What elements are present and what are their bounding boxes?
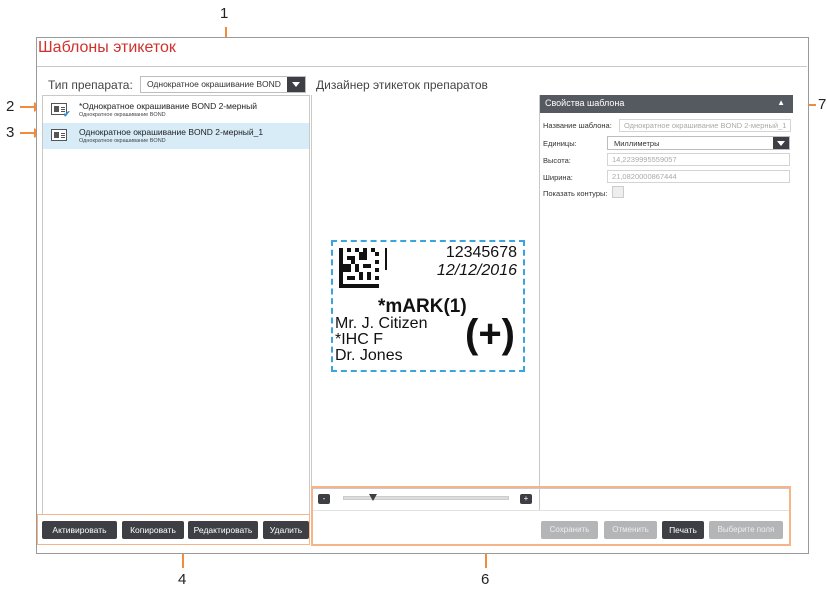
activate-button[interactable]: Активировать: [42, 521, 117, 539]
edit-button[interactable]: Редактировать: [188, 521, 258, 539]
label-doctor: Dr. Jones: [335, 347, 403, 364]
slide-type-dropdown[interactable]: Однократное окрашивание BOND: [140, 76, 306, 93]
label-number: 12345678: [445, 244, 517, 261]
template-title: *Однократное окрашивание BOND 2-мерный: [79, 101, 257, 111]
properties-title: Свойства шаблона: [545, 98, 625, 108]
label-result: (+): [465, 312, 515, 356]
callout-7: 7: [818, 96, 827, 113]
callout-1: 1: [220, 5, 229, 22]
collapse-icon[interactable]: ▲: [777, 98, 785, 107]
datamatrix-barcode: [339, 248, 379, 288]
template-list: ✔ *Однократное окрашивание BOND 2-мерный…: [42, 95, 310, 515]
callout-2: 2: [6, 98, 15, 115]
window-title: Шаблоны этикеток: [38, 39, 176, 56]
callout-6-arrow: [485, 552, 487, 568]
template-name-label: Название шаблона:: [543, 121, 612, 130]
callout-6: 6: [481, 571, 490, 588]
width-label: Ширина:: [543, 173, 573, 182]
width-value: 21,0820000867444: [612, 172, 677, 181]
properties-header[interactable]: Свойства шаблона ▲: [540, 95, 793, 113]
label-template-icon: [51, 129, 67, 141]
template-properties-panel: Свойства шаблона ▲ Название шаблона: Одн…: [539, 95, 793, 488]
designer-title: Дизайнер этикеток препаратов: [316, 78, 488, 92]
height-label: Высота:: [543, 156, 571, 165]
template-name-value: Однократное окрашивание BOND 2-мерный_1: [624, 121, 787, 130]
units-label: Единицы:: [543, 139, 577, 148]
delete-button[interactable]: Удалить: [263, 521, 309, 539]
chevron-down-icon[interactable]: [773, 137, 789, 149]
callout-4: 4: [178, 571, 187, 588]
show-outline-checkbox[interactable]: [612, 186, 624, 198]
chevron-down-icon[interactable]: [287, 77, 305, 92]
template-title: Однократное окрашивание BOND 2-мерный_1: [79, 127, 264, 137]
height-value: 14,2239995559057: [612, 155, 677, 164]
header-divider: [37, 66, 807, 67]
slide-type-label: Тип препарата:: [48, 78, 133, 92]
show-outline-label: Показать контуры:: [543, 189, 608, 198]
active-check-icon: ✔: [63, 109, 71, 119]
label-preview[interactable]: 12345678 12/12/2016 *mARK(1) Mr. J. Citi…: [331, 240, 525, 372]
template-list-item[interactable]: Однократное окрашивание BOND 2-мерный_1 …: [43, 123, 309, 149]
callout-3: 3: [6, 124, 15, 141]
height-field[interactable]: 14,2239995559057: [607, 153, 790, 166]
template-name-field[interactable]: Однократное окрашивание BOND 2-мерный_1: [619, 119, 791, 132]
template-subtitle: Однократное окрашивание BOND: [79, 138, 166, 144]
controls-highlight: [311, 486, 791, 546]
canvas-divider: [311, 95, 312, 546]
template-list-item[interactable]: ✔ *Однократное окрашивание BOND 2-мерный…: [43, 97, 309, 123]
label-date: 12/12/2016: [436, 262, 517, 279]
copy-button[interactable]: Копировать: [122, 521, 184, 539]
barcode-separator: [385, 248, 387, 270]
slide-type-selected: Однократное окрашивание BOND: [147, 79, 281, 89]
units-selected: Миллиметры: [614, 139, 660, 148]
width-field[interactable]: 21,0820000867444: [607, 170, 790, 183]
units-dropdown[interactable]: Миллиметры: [607, 136, 790, 150]
template-subtitle: Однократное окрашивание BOND: [79, 112, 166, 118]
